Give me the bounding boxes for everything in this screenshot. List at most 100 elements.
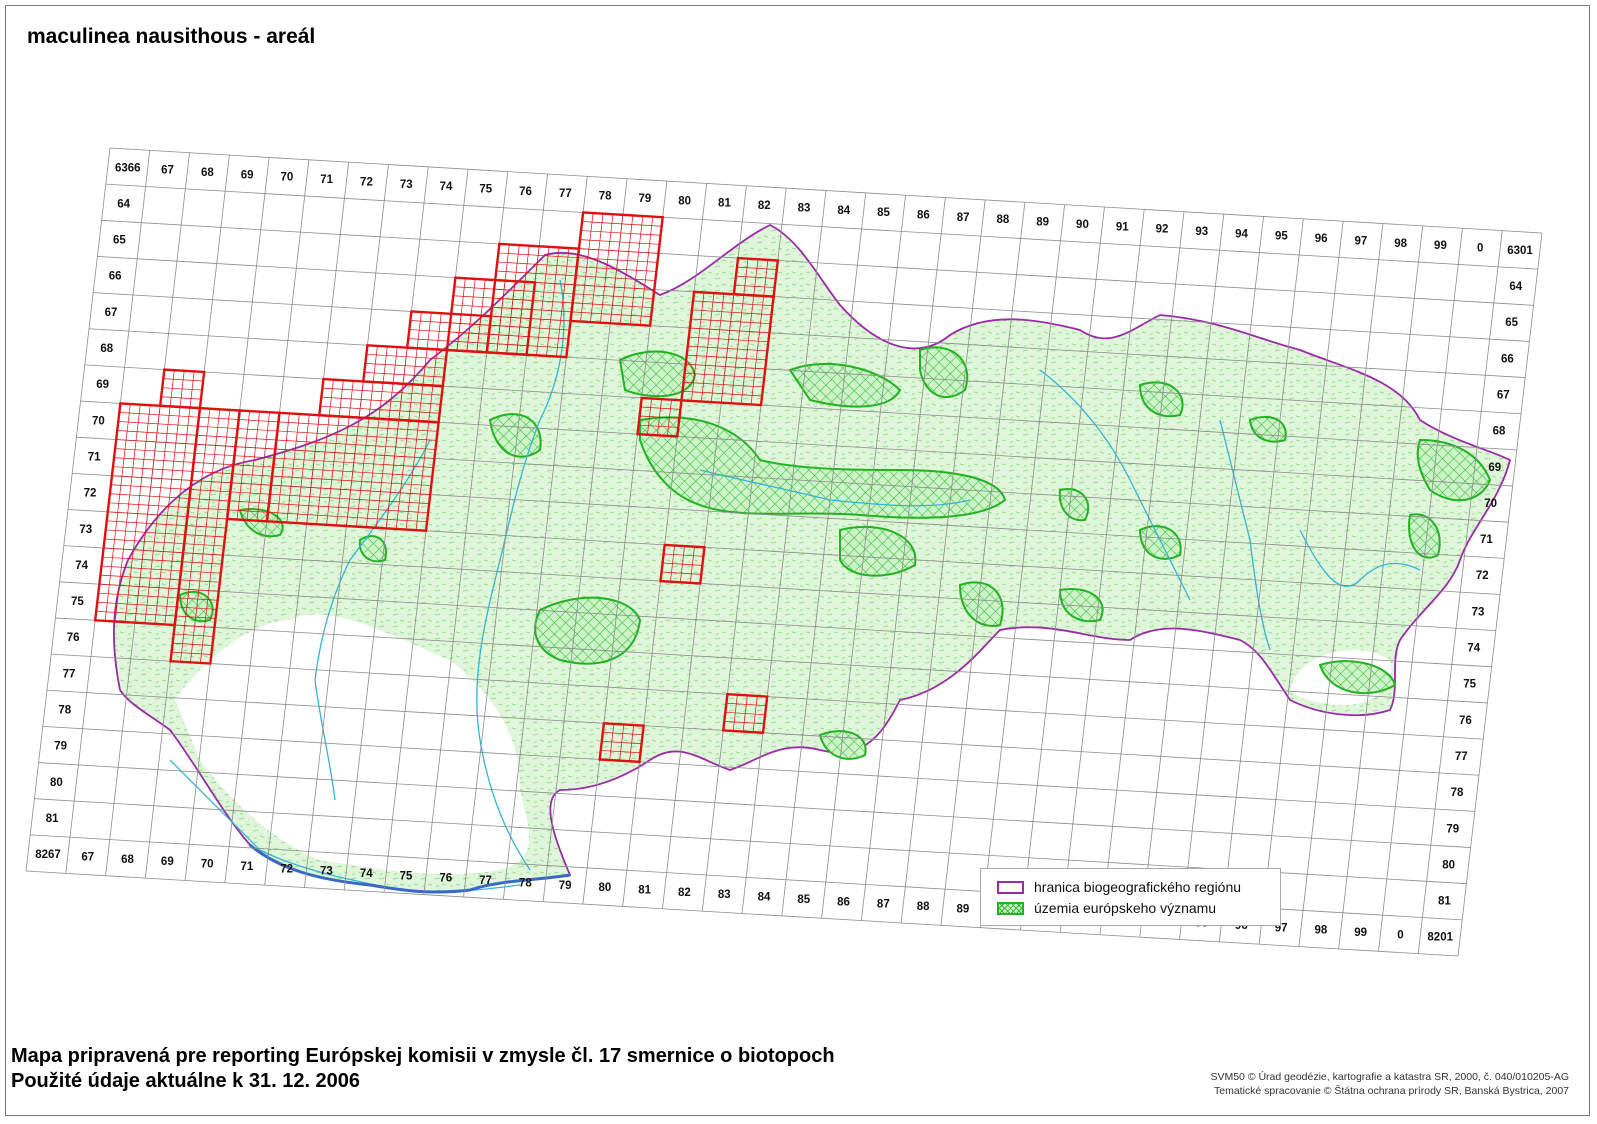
grid-label: 78	[519, 877, 532, 889]
legend-boundary-label: hranica biogeografického regiónu	[1034, 879, 1242, 895]
grid-label: 83	[798, 202, 811, 214]
grid-label: 70	[1484, 498, 1497, 510]
occurrence-square	[158, 368, 206, 410]
grid-label: 72	[280, 863, 293, 875]
grid-label: 67	[81, 851, 94, 863]
map-canvas: 6366 67 68 69 70 71 72 73 74 75 76 77 78 79 80 81 82 83 84…	[25, 147, 1543, 957]
footer-line-1: Mapa pripravená pre reporting Európskej …	[11, 1045, 835, 1067]
credits-line-1: SVM50 © Úrad geodézie, kartografie a kat…	[1210, 1071, 1569, 1083]
grid-label: 68	[121, 854, 134, 866]
map-legend: hranica biogeografického regiónu územia …	[980, 868, 1281, 926]
grid-label: 81	[46, 813, 59, 825]
grid-label: 67	[105, 307, 118, 319]
map-footer: Mapa pripravená pre reporting Európskej …	[11, 1044, 835, 1094]
grid-label: 68	[100, 343, 113, 355]
grid-label: 93	[1195, 226, 1208, 238]
legend-sites-swatch	[997, 901, 1024, 915]
grid-label: 85	[797, 894, 810, 906]
grid-label: 84	[837, 205, 850, 217]
grid-label: 72	[84, 488, 97, 500]
grid-label: 69	[241, 169, 254, 181]
grid-label: 67	[1497, 389, 1510, 401]
grid-label: 73	[400, 179, 413, 191]
grid-label: 69	[161, 856, 174, 868]
grid-label: 94	[1235, 228, 1248, 240]
grid-line	[109, 147, 1543, 234]
grid-label: 71	[1480, 534, 1493, 546]
grid-label: 76	[439, 873, 452, 885]
grid-label: 77	[63, 668, 76, 680]
grid-label: 75	[400, 870, 413, 882]
grid-label: 88	[917, 901, 930, 913]
grid-label: 74	[360, 868, 373, 880]
grid-label: 66	[1501, 353, 1514, 365]
grid-label: 72	[360, 176, 373, 188]
grid-label: 81	[718, 198, 731, 210]
grid-label: 72	[1476, 570, 1489, 582]
grid-label: 82	[758, 200, 771, 212]
grid-label: 65	[113, 235, 126, 247]
footer-line-2: Použité údaje aktuálne k 31. 12. 2006	[11, 1070, 361, 1092]
grid-label: 75	[1463, 679, 1476, 691]
grid-label: 97	[1355, 235, 1368, 247]
grid-label: 71	[88, 451, 101, 463]
grid-label: 64	[117, 198, 130, 210]
grid-label: 73	[1472, 606, 1485, 618]
grid-label: 71	[320, 174, 333, 186]
grid-label: 89	[956, 903, 969, 915]
grid-label: 8201	[1427, 932, 1453, 944]
grid-label: 68	[201, 167, 214, 179]
grid-label: 99	[1354, 927, 1367, 939]
grid-label: 84	[758, 892, 771, 904]
grid-label: 98	[1314, 925, 1327, 937]
legend-boundary-swatch	[997, 880, 1024, 894]
grid-label: 79	[559, 880, 572, 892]
grid-label: 73	[79, 524, 92, 536]
grid-label: 88	[997, 214, 1010, 226]
grid-top-labels: 6366 67 68 69 70 71 72 73 74 75 76 77 78 79 80 81 82 83 84…	[115, 162, 1533, 257]
grid-label: 77	[1455, 751, 1468, 763]
grid-label: 6301	[1507, 245, 1533, 257]
grid-label: 82	[678, 887, 691, 899]
grid-label: 78	[1451, 787, 1464, 799]
grid-label: 73	[320, 866, 333, 878]
grid-label: 95	[1275, 231, 1288, 243]
map-credits: SVM50 © Úrad geodézie, kartografie a kat…	[1210, 1070, 1569, 1098]
grid-label: 74	[75, 560, 88, 572]
grid-label: 66	[109, 271, 122, 283]
grid-label: 87	[957, 212, 970, 224]
grid-label: 69	[96, 379, 109, 391]
grid-label: 0	[1397, 929, 1403, 941]
grid-label: 78	[599, 191, 612, 203]
grid-label: 86	[837, 896, 850, 908]
grid-label: 71	[240, 861, 253, 873]
grid-label: 79	[54, 741, 67, 753]
grid-label: 80	[678, 195, 691, 207]
grid-label: 81	[1438, 896, 1451, 908]
grid-label: 67	[161, 165, 174, 177]
grid-label: 86	[917, 209, 930, 221]
grid-label: 6366	[115, 162, 141, 174]
grid-label: 76	[519, 186, 532, 198]
grid-label: 99	[1434, 240, 1447, 252]
grid-label: 92	[1156, 224, 1169, 236]
legend-sites-label: územia európskeho významu	[1034, 900, 1217, 916]
grid-label: 65	[1505, 317, 1518, 329]
grid-label: 98	[1394, 238, 1407, 250]
grid-label: 96	[1315, 233, 1328, 245]
grid-label: 70	[201, 859, 214, 871]
grid-label: 74	[440, 181, 453, 193]
grid-label: 69	[1488, 462, 1501, 474]
grid-label: 77	[479, 875, 492, 887]
grid-label: 68	[1493, 426, 1506, 438]
grid-label: 75	[71, 596, 84, 608]
grid-label: 78	[58, 705, 71, 717]
grid-label: 80	[598, 882, 611, 894]
grid-label: 87	[877, 899, 890, 911]
grid-label: 81	[638, 885, 651, 897]
grid-label: 85	[877, 207, 890, 219]
grid-label: 89	[1036, 217, 1049, 229]
grid-label: 83	[718, 889, 731, 901]
grid-label: 8267	[35, 849, 61, 861]
grid-line	[105, 183, 1538, 270]
